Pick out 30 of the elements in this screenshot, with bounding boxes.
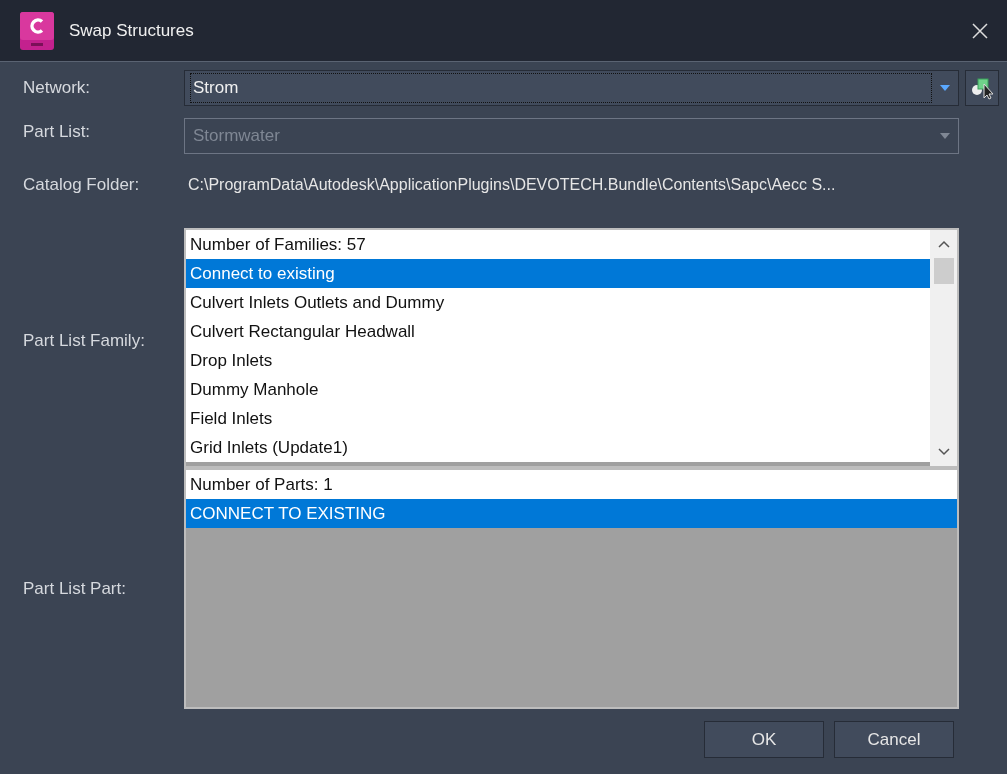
dropdown-arrow-icon bbox=[940, 133, 950, 139]
field-label: Catalog Folder: bbox=[23, 174, 141, 196]
list-item[interactable]: Culvert Rectangular Headwall bbox=[186, 317, 930, 346]
list-count: Number of Parts: 1 bbox=[186, 470, 957, 499]
field-label: Part List Family: bbox=[23, 330, 146, 352]
field-label: Part List Part: bbox=[23, 577, 127, 600]
network-dropdown[interactable]: Strom bbox=[184, 70, 959, 106]
close-icon[interactable] bbox=[971, 21, 989, 40]
window-title: Swap Structures bbox=[69, 20, 195, 41]
pick-network-button[interactable] bbox=[965, 70, 999, 106]
list-item[interactable]: Culvert Inlets Outlets and Dummy bbox=[186, 288, 930, 317]
app-logo bbox=[20, 11, 54, 50]
list-item[interactable]: CONNECT TO EXISTING bbox=[186, 499, 957, 528]
dropdown-arrow-icon bbox=[940, 85, 950, 91]
list-item[interactable]: Connect to existing bbox=[186, 259, 930, 288]
ok-button[interactable]: OK bbox=[704, 721, 824, 758]
scroll-down-icon[interactable] bbox=[937, 448, 950, 456]
list-item[interactable]: Field Inlets bbox=[186, 404, 930, 433]
list-item[interactable]: Drop Inlets bbox=[186, 346, 930, 375]
catalog-folder-path: C:\ProgramData\Autodesk\ApplicationPlugins\DEVOTECH.Bundle\Contents\Sapc\Aecc S... bbox=[187, 175, 837, 195]
list-count: Number of Families: 57 bbox=[186, 230, 930, 259]
pick-cursor-icon bbox=[970, 76, 994, 100]
field-label: Part List: bbox=[23, 121, 92, 143]
cancel-button[interactable]: Cancel bbox=[834, 721, 954, 758]
list-item[interactable]: Grid Inlets (Update1) bbox=[186, 433, 930, 462]
scrollbar[interactable] bbox=[930, 230, 957, 466]
scroll-up-icon[interactable] bbox=[937, 240, 950, 248]
scroll-thumb[interactable] bbox=[933, 258, 954, 284]
list-item[interactable]: Dummy Manhole bbox=[186, 375, 930, 404]
field-label: Network: bbox=[23, 77, 92, 99]
